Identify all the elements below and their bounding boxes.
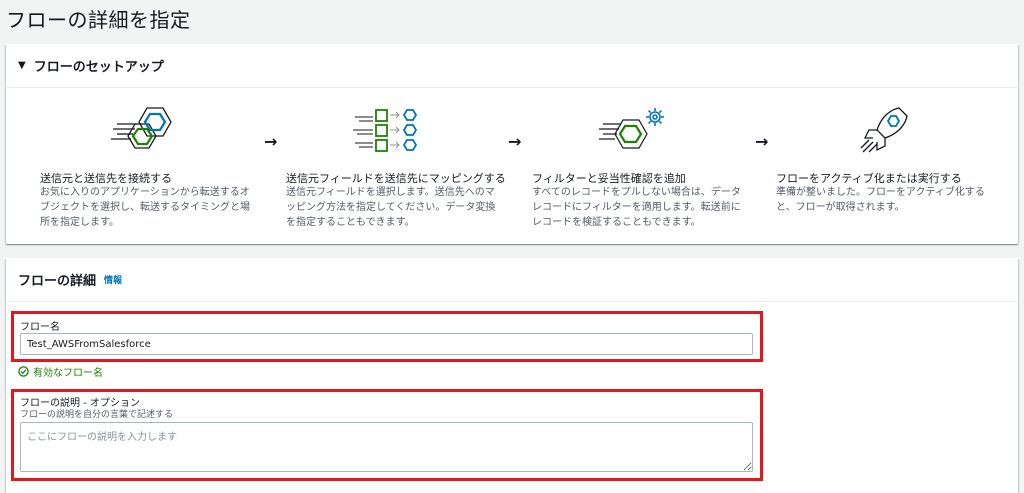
flow-name-valid-message: 有効なフロー名	[18, 364, 103, 379]
arrow-right-icon: →	[264, 132, 278, 151]
flow-setup-panel: ▼ フローのセットアップ 送信元と送信先を接続する お気に入りのアプリケーション…	[6, 44, 1018, 244]
step-description: 準備が整いました。フローをアクティブ化すると、フローが取得されます。	[776, 187, 985, 213]
flow-details-panel: フローの詳細 情報 フロー名 有効なフロー名 フローの説明 - オプション フロ…	[6, 258, 1018, 493]
flow-setup-title: フローのセットアップ	[33, 60, 164, 75]
arrow-right-icon: →	[755, 132, 769, 151]
arrow-right-icon: →	[508, 132, 522, 151]
page-title: フローの詳細を指定	[6, 8, 191, 32]
field-mapping-icon	[349, 104, 439, 156]
setup-steps: 送信元と送信先を接続する お気に入りのアプリケーションから転送するオブジェクトを…	[6, 104, 1018, 234]
flow-name-label: フロー名	[20, 322, 60, 333]
flow-details-header: フローの詳細 情報	[6, 258, 1018, 302]
step-description: お気に入りのアプリケーションから転送するオブジェクトを選択し、転送するタイミング…	[40, 187, 250, 228]
step-title: 送信元フィールドを送信先にマッピングする	[286, 172, 506, 185]
flow-details-title: フローの詳細	[18, 274, 97, 289]
info-link[interactable]: 情報	[104, 273, 122, 286]
flow-name-input[interactable]	[20, 333, 753, 355]
step-description: すべてのレコードをプルしない場合は、データレコードにフィルターを適用します。転送…	[532, 187, 741, 228]
step-description: 送信元フィールドを選択します。送信先へのマッピング方法を指定してください。データ…	[286, 187, 496, 228]
check-circle-icon	[18, 366, 29, 377]
filter-settings-icon	[595, 104, 685, 156]
step-title: フローをアクティブ化または実行する	[776, 172, 962, 185]
valid-text: 有効なフロー名	[33, 368, 103, 379]
flow-description-textarea[interactable]	[20, 422, 753, 472]
caret-down-icon: ▼	[18, 60, 26, 71]
rocket-icon	[839, 104, 929, 156]
connect-apps-icon	[103, 104, 193, 156]
flow-description-hint: フローの説明を自分の言葉で記述する	[20, 410, 174, 420]
step-title: 送信元と送信先を接続する	[40, 172, 172, 185]
step-title: フィルターと妥当性確認を追加	[532, 172, 686, 185]
flow-setup-header[interactable]: ▼ フローのセットアップ	[6, 44, 1018, 88]
